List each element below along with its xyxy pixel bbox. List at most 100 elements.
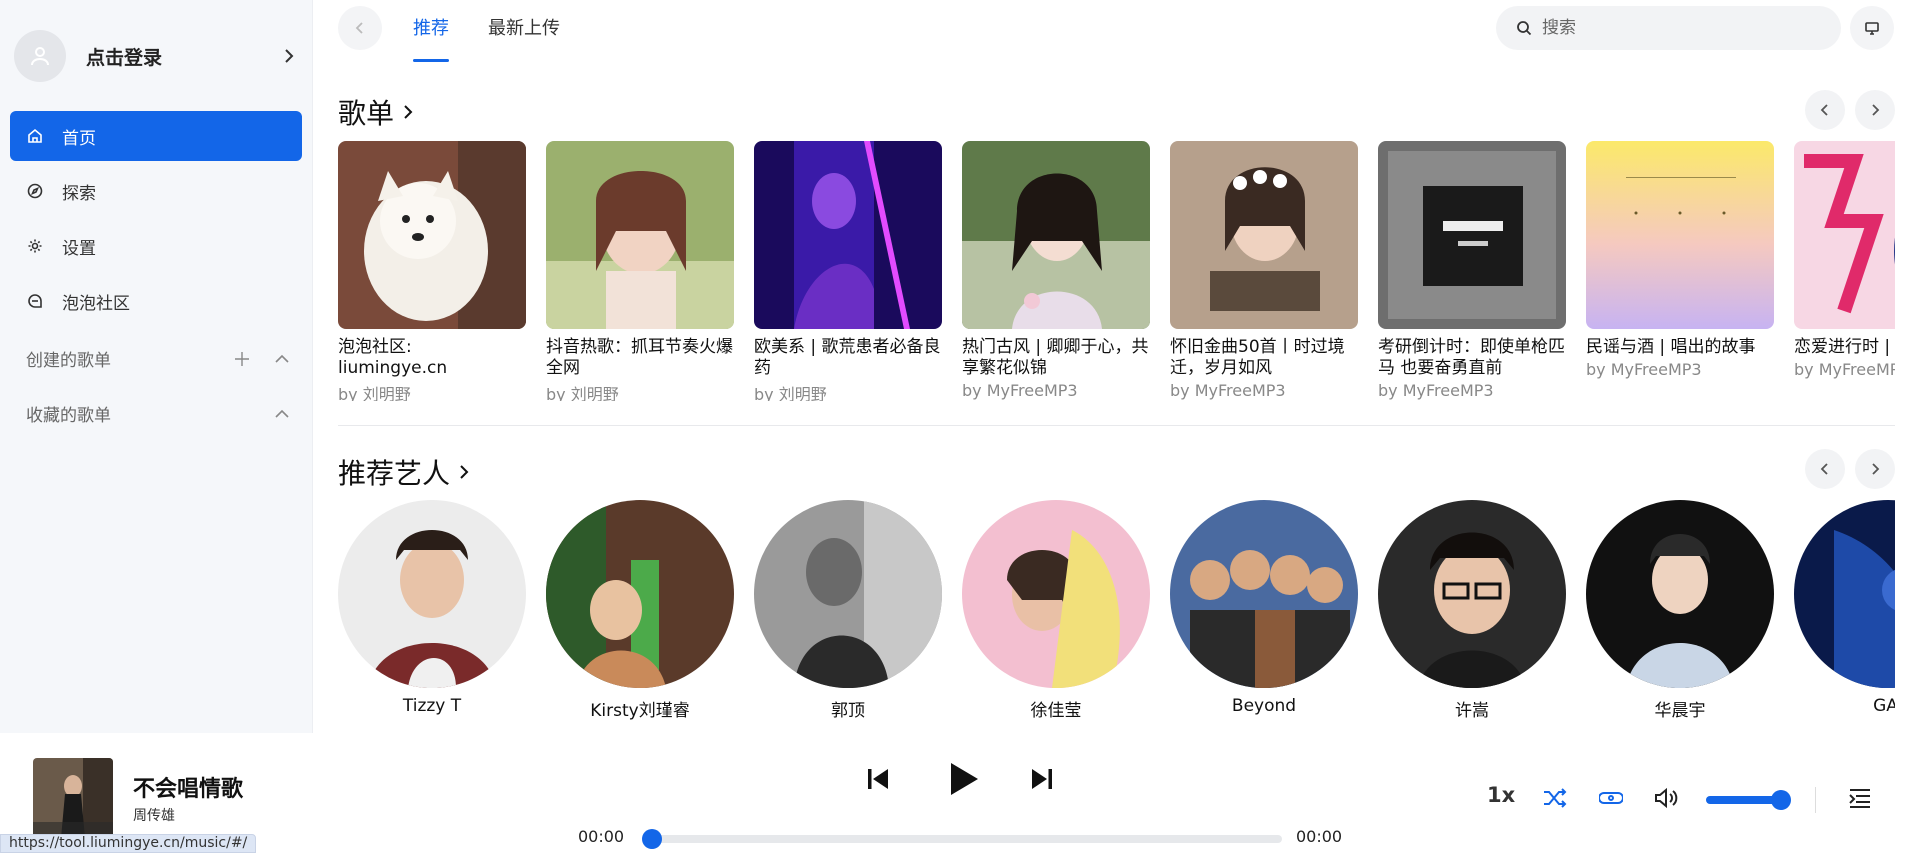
search-icon (1517, 21, 1532, 36)
playlist-author: by 刘明野 (338, 385, 411, 401)
artist-card[interactable]: Kirsty刘瑾睿 (546, 500, 734, 720)
artist-card[interactable]: 华晨宇 (1586, 500, 1774, 720)
progress-knob[interactable] (642, 829, 662, 849)
sidebar-item-home[interactable]: 首页 (10, 111, 302, 161)
total-time: 00:00 (1296, 827, 1343, 846)
playlist-cover (1794, 141, 1895, 329)
artist-name: 华晨宇 (1654, 701, 1706, 720)
sidebar-item-community[interactable]: 泡泡社区 (10, 276, 302, 326)
artist-name: Kirsty刘瑾睿 (590, 701, 690, 720)
playlist-card[interactable]: 热门古风 | 卿卿于心，共享繁花似锦 by MyFreeMP3 (962, 141, 1150, 400)
artist-photo (754, 500, 942, 688)
repeat-button[interactable] (1596, 783, 1626, 813)
sidebar: 点击登录 首页 探索 设置 泡泡社区 创建的歌单 收藏的歌单 (0, 0, 313, 733)
chevron-up-icon[interactable] (262, 407, 302, 421)
playlist-author: by MyFreeMP3 (1586, 360, 1702, 379)
volume-knob[interactable] (1771, 790, 1791, 810)
sidebar-item-settings[interactable]: 设置 (10, 221, 302, 271)
playlist-author: by 刘明野 (754, 385, 827, 401)
queue-list-icon (1849, 789, 1870, 808)
artist-card[interactable]: 许嵩 (1378, 500, 1566, 720)
playlist-card[interactable]: 考研倒计时：即使单枪匹马 也要奋勇直前 by MyFreeMP3 (1378, 141, 1566, 400)
playlists-section-title[interactable]: 歌单 (338, 92, 414, 132)
progress-bar[interactable] (642, 829, 1282, 849)
artist-photo (962, 500, 1150, 688)
artist-card[interactable]: Tizzy T (338, 500, 526, 716)
back-button[interactable] (338, 6, 382, 50)
artist-name: 郭顶 (831, 701, 865, 720)
sidebar-item-label: 探索 (62, 183, 96, 204)
playlists-title-text: 歌单 (338, 97, 395, 130)
volume-slider[interactable] (1706, 796, 1781, 804)
display-mode-button[interactable] (1850, 6, 1894, 50)
playlist-author: by MyFreeMP3 (1794, 360, 1895, 379)
playlist-queue-button[interactable] (1845, 783, 1875, 813)
artist-photo (546, 500, 734, 688)
collected-playlists-header[interactable]: 收藏的歌单 (10, 386, 302, 441)
artists-prev-button[interactable] (1805, 449, 1845, 489)
artists-title-text: 推荐艺人 (338, 457, 451, 490)
volume-icon (1655, 787, 1678, 809)
artist-card[interactable]: GAI (1794, 500, 1895, 716)
tab-recommend[interactable]: 推荐 (413, 14, 449, 40)
next-button[interactable] (1026, 763, 1058, 795)
avatar (14, 30, 66, 82)
playlist-card[interactable]: 怀旧金曲50首丨时过境迁，岁月如风 by MyFreeMP3 (1170, 141, 1358, 400)
artist-carousel: Tizzy T Kirsty刘瑾睿 郭顶 徐佳莹 Beyond 许嵩 华晨宇 G… (338, 500, 1895, 720)
repeat-icon (1599, 792, 1623, 804)
artists-next-button[interactable] (1855, 449, 1895, 489)
sidebar-item-explore[interactable]: 探索 (10, 166, 302, 216)
artist-card[interactable]: 郭顶 (754, 500, 942, 720)
playlist-author: by 刘明野 (546, 385, 619, 401)
artist-photo (1170, 500, 1358, 688)
created-playlists-header[interactable]: 创建的歌单 (10, 331, 302, 386)
section-divider (338, 425, 1895, 426)
now-playing-artist[interactable]: 周传雄 (133, 805, 175, 825)
playback-speed-button[interactable]: 1x (1487, 783, 1515, 807)
playlists-next-button[interactable] (1855, 90, 1895, 130)
volume-button[interactable] (1651, 783, 1681, 813)
sidebar-item-label: 泡泡社区 (62, 293, 130, 314)
playlist-author: by MyFreeMP3 (962, 381, 1078, 400)
shuffle-button[interactable] (1540, 783, 1570, 813)
chevron-right-icon (1872, 463, 1880, 475)
sidebar-item-label: 设置 (62, 238, 96, 259)
chevron-right-icon (279, 46, 299, 66)
playlist-card[interactable]: 抖音热歌：抓耳节奏火爆全网 by 刘明野 (546, 141, 734, 401)
playlists-prev-button[interactable] (1805, 90, 1845, 130)
artist-name: Tizzy T (402, 696, 462, 716)
tab-latest-upload[interactable]: 最新上传 (488, 14, 560, 40)
chat-bubble-icon (26, 292, 44, 310)
login-label: 点击登录 (86, 46, 163, 69)
artist-card[interactable]: Beyond (1170, 500, 1358, 716)
chevron-up-icon[interactable] (262, 352, 302, 366)
collected-playlists-label: 收藏的歌单 (26, 406, 111, 426)
playlist-title: 欧美系 | 歌荒患者必备良药 (754, 337, 941, 378)
playlist-card[interactable]: 民谣与酒 | 唱出的故事 by MyFreeMP3 (1586, 141, 1774, 379)
status-bar-url: https://tool.liumingye.cn/music/#/ (0, 834, 257, 853)
home-icon (26, 127, 44, 145)
playlist-cover (546, 141, 734, 329)
playlist-cover (1170, 141, 1358, 329)
artist-name: Beyond (1231, 696, 1297, 716)
search-input[interactable] (1542, 18, 1802, 38)
playlist-title: 抖音热歌：抓耳节奏火爆全网 (546, 337, 733, 378)
artist-photo (1794, 500, 1895, 688)
play-button[interactable] (942, 757, 986, 801)
monitor-icon (1865, 22, 1879, 35)
search-box[interactable] (1496, 6, 1841, 50)
previous-button[interactable] (862, 763, 894, 795)
artist-card[interactable]: 徐佳莹 (962, 500, 1150, 720)
gear-icon (26, 237, 44, 255)
login-row[interactable]: 点击登录 (14, 30, 299, 82)
now-playing-cover[interactable] (33, 758, 113, 838)
playlist-title: 考研倒计时：即使单枪匹马 也要奋勇直前 (1378, 337, 1565, 378)
artists-section-title[interactable]: 推荐艺人 (338, 452, 470, 492)
plus-icon[interactable] (222, 351, 262, 367)
playlist-card[interactable]: 恋爱进行时 | 无万种可能 by MyFreeMP3 (1794, 141, 1895, 379)
playlist-card[interactable]: 欧美系 | 歌荒患者必备良药 by 刘明野 (754, 141, 942, 401)
current-time: 00:00 (578, 827, 625, 846)
player-bar: 不会唱情歌 周传雄 00:00 00:00 1x (0, 733, 1913, 853)
playlist-card[interactable]: 泡泡社区: liumingye.cn by 刘明野 (338, 141, 526, 401)
playlist-cover (338, 141, 526, 329)
